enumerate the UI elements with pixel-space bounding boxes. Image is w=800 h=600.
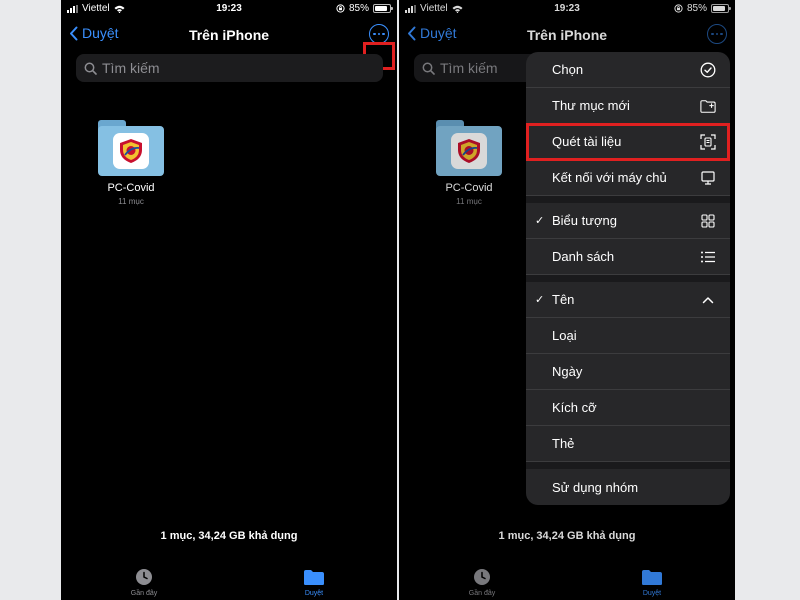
tab-bar: Gần đây Duyệt [61,562,397,600]
menu-item-use-groups[interactable]: Sử dụng nhóm [526,469,730,505]
folder-item[interactable]: PC-Covid 11 mục [91,120,171,206]
list-icon [700,249,716,265]
checkmark-icon: ✓ [535,215,545,227]
storage-info: 1 mục, 34,24 GB khả dụng [160,530,298,542]
search-input[interactable]: Tìm kiếm [76,54,383,82]
ellipsis-dot [382,32,385,36]
menu-item-icons-view[interactable]: ✓ Biểu tượng [526,203,730,239]
ellipsis-icon [373,32,376,36]
checkmark-circle-icon [700,62,716,78]
menu-separator [526,196,730,203]
search-placeholder: Tìm kiếm [102,60,160,76]
menu-item-sort-size[interactable]: Kích cỡ [526,390,730,426]
menu-item-label: Thẻ [552,436,575,451]
menu-item-label: Kết nối với máy chủ [552,170,667,185]
annotation-highlight-box [526,123,730,161]
phone-screen-right: Viettel 19:23 85% Duyệt Trên iPhone Tìm … [399,0,735,600]
menu-item-label: Sử dụng nhóm [552,479,639,495]
more-options-button[interactable] [369,24,389,44]
battery-percent: 85% [348,3,369,14]
menu-separator [526,462,730,469]
menu-item-label: Thư mục mới [552,98,630,113]
clock-icon [136,569,152,585]
menu-separator [526,275,730,282]
chevron-up-icon [700,292,716,308]
menu-item-sort-name[interactable]: ✓ Tên [526,282,730,318]
battery-icon [373,4,393,13]
menu-item-label: Kích cỡ [552,400,597,415]
checkmark-icon: ✓ [535,294,545,306]
menu-item-sort-date[interactable]: Ngày [526,354,730,390]
folder-name: PC-Covid [107,182,155,194]
folder-item-count: 11 mục [118,197,144,206]
menu-item-sort-kind[interactable]: Loại [526,318,730,354]
tab-recent-label: Gần đây [130,590,158,597]
navigation-bar: Duyệt Trên iPhone [61,22,397,70]
menu-item-list-view[interactable]: Danh sách [526,239,730,275]
options-menu: Chọn Thư mục mới Quét tài liệu Kết nối v… [526,52,730,505]
phone-screen-left: Viettel 19:23 85% Duyệt Trên iPhone Tìm … [61,0,397,600]
pc-covid-app-icon [113,133,149,169]
menu-item-connect-server[interactable]: Kết nối với máy chủ [526,160,730,196]
status-bar: Viettel 19:23 85% [61,0,397,18]
menu-item-label: Loại [552,328,577,343]
menu-item-new-folder[interactable]: Thư mục mới [526,88,730,124]
menu-item-label: Danh sách [552,249,615,264]
tab-browse-label: Duyệt [304,590,324,597]
tab-browse[interactable]: Duyệt [289,568,339,597]
menu-item-label: Ngày [552,364,583,379]
menu-item-label: Biểu tượng [552,213,617,228]
tab-recent[interactable]: Gần đây [119,568,169,597]
folder-plus-icon [700,98,716,114]
folder-tab-icon [304,569,324,585]
ellipsis-dot [377,32,381,36]
search-icon [84,62,97,75]
menu-item-select[interactable]: Chọn [526,52,730,88]
grid-icon [700,213,716,229]
menu-item-sort-tags[interactable]: Thẻ [526,426,730,462]
folder-icon [96,120,166,176]
display-icon [700,170,716,186]
menu-item-label: Tên [552,292,575,307]
orientation-lock-icon [336,4,345,13]
page-title: Trên iPhone [188,27,270,43]
menu-item-label: Chọn [552,62,584,77]
